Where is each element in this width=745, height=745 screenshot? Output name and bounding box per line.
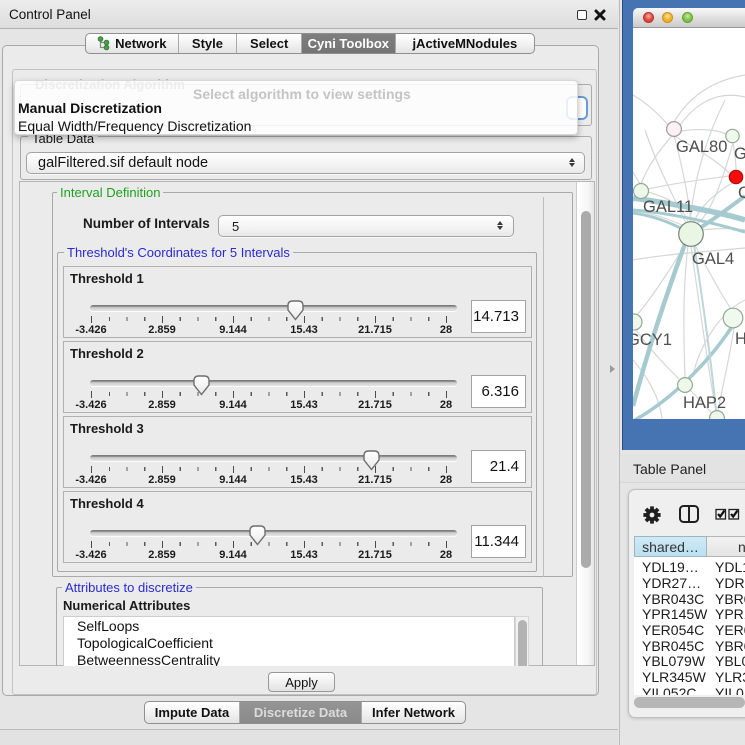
svg-text:GA: GA [734, 145, 745, 163]
svg-text:GAL11: GAL11 [643, 198, 693, 216]
svg-text:CR: CR [738, 184, 745, 202]
svg-text:HA: HA [735, 330, 745, 348]
svg-text:GAL4: GAL4 [692, 250, 734, 268]
svg-text:GCY1: GCY1 [633, 331, 672, 349]
svg-text:HAP2: HAP2 [683, 394, 726, 412]
svg-text:GAL80: GAL80 [676, 138, 727, 156]
